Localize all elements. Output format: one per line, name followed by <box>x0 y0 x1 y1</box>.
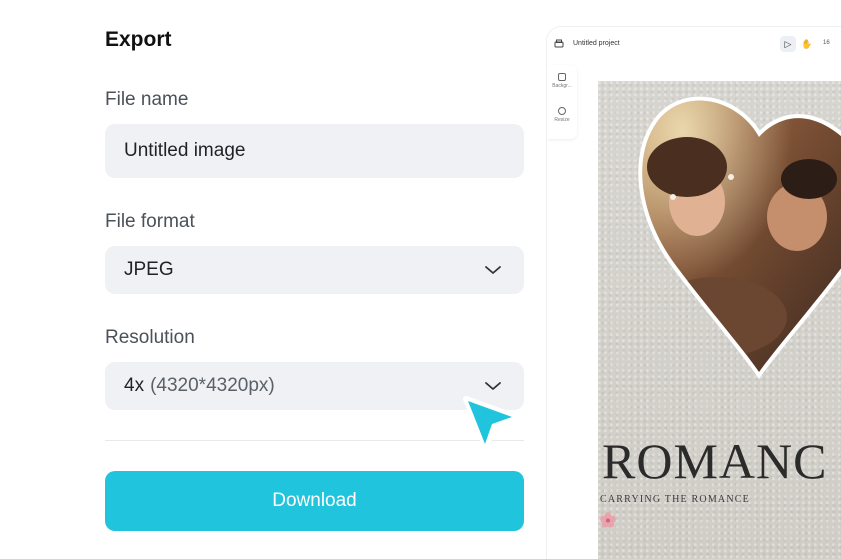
download-button[interactable]: Download <box>105 471 524 531</box>
file-format-label: File format <box>105 211 195 232</box>
resolution-label: Resolution <box>105 327 195 348</box>
panel-title: Export <box>105 28 172 51</box>
chevron-down-icon <box>485 382 501 390</box>
file-name-value: Untitled image <box>124 140 246 161</box>
flower-icon <box>600 512 616 528</box>
file-name-input[interactable]: Untitled image <box>105 124 524 178</box>
poster-tagline[interactable]: CARRYING THE ROMANCE <box>600 494 750 505</box>
file-name-label: File name <box>105 89 189 110</box>
export-panel: Export File name Untitled image File for… <box>0 0 545 559</box>
poster-title[interactable]: ROMANC <box>602 432 827 490</box>
chevron-down-icon <box>485 266 501 274</box>
file-format-select[interactable]: JPEG <box>105 246 524 294</box>
cursor-pointer-icon <box>463 396 519 450</box>
resolution-value-detail: (4320*4320px) <box>150 375 275 396</box>
editor-preview: Untitled project ▷ ✋ 16 Backgr... Resize <box>547 27 841 559</box>
file-format-value: JPEG <box>124 259 174 280</box>
resolution-value-strong: 4x <box>124 375 145 396</box>
